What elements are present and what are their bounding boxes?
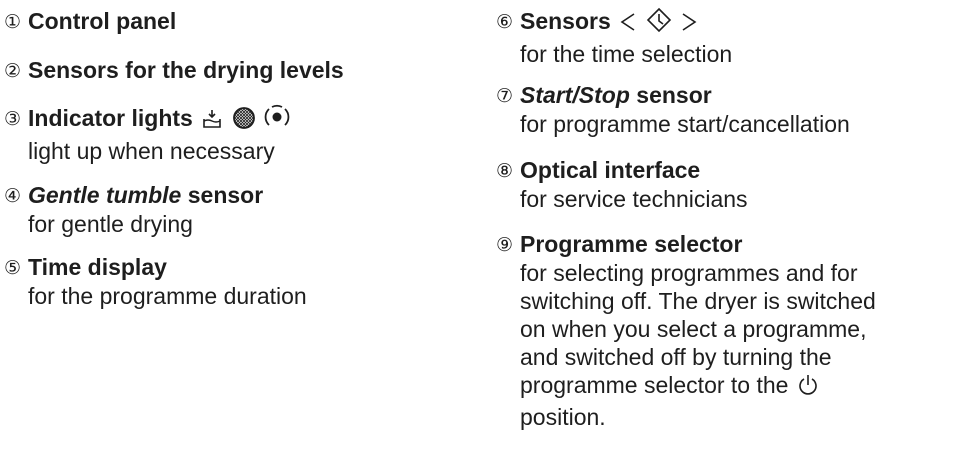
item-number: ① <box>4 12 22 33</box>
item-number: ⑨ <box>496 235 514 256</box>
item-number: ⑤ <box>4 258 22 279</box>
list-item-3: ③ Indicator lights light up when necessa… <box>4 103 290 165</box>
item-title: Time display <box>28 254 167 280</box>
time-diamond-icon <box>646 7 672 40</box>
item-title: Indicator lights <box>28 105 193 131</box>
list-item-6: ⑥ Sensors for the time selection <box>496 6 732 68</box>
list-item-5: ⑤ Time display for the programme duratio… <box>4 252 307 310</box>
item-description: light up when necessary <box>28 138 275 164</box>
item-title-italic: Start/Stop <box>520 82 630 108</box>
item-description-line: position. <box>520 404 606 430</box>
item-title: Control panel <box>28 8 177 34</box>
item-number: ⑧ <box>496 161 514 182</box>
item-description-text: programme selector to the <box>520 372 789 398</box>
item-title: Programme selector <box>520 231 743 257</box>
item-title-row: Start/Stop sensor <box>520 80 850 110</box>
item-description-line: and switched off by turning the <box>520 344 832 370</box>
item-description-line: on when you select a programme, <box>520 316 867 342</box>
item-title-row: Sensors <box>520 6 732 40</box>
item-title: Optical interface <box>520 157 701 183</box>
item-description: for programme start/cancellation <box>520 111 850 137</box>
item-description: for the time selection <box>520 41 733 67</box>
item-title: Sensors for the drying levels <box>28 57 344 83</box>
filter-icon <box>232 106 256 137</box>
item-title: Sensors <box>520 8 611 34</box>
list-item-8: ⑧ Optical interface for service technici… <box>496 155 748 213</box>
item-description-line-with-icon: programme selector to the <box>520 371 876 403</box>
item-description-line: for selecting programmes and for <box>520 260 858 286</box>
power-icon <box>797 373 819 403</box>
list-item-7: ⑦ Start/Stop sensor for programme start/… <box>496 80 850 138</box>
item-number: ⑥ <box>496 12 514 33</box>
item-description-line: switching off. The dryer is switched <box>520 288 876 314</box>
item-number: ② <box>4 61 22 82</box>
item-number: ⑦ <box>496 86 514 107</box>
less-than-icon <box>619 10 637 40</box>
list-item-2: ② Sensors for the drying levels <box>4 55 344 86</box>
item-description: for gentle drying <box>28 211 193 237</box>
condenser-icon <box>201 107 223 137</box>
item-title-rest: sensor <box>629 82 712 108</box>
item-title-italic: Gentle tumble <box>28 182 182 208</box>
item-title-row: Gentle tumble sensor <box>28 180 263 210</box>
list-item-4: ④ Gentle tumble sensor for gentle drying <box>4 180 263 238</box>
list-item-9: ⑨ Programme selector for selecting progr… <box>496 229 876 431</box>
item-number: ③ <box>4 109 22 130</box>
item-title-row: Indicator lights <box>28 103 290 137</box>
item-number: ④ <box>4 186 22 207</box>
list-item-1: ① Control panel <box>4 6 176 37</box>
item-description: for service technicians <box>520 186 748 212</box>
item-description: for the programme duration <box>28 283 307 309</box>
item-title-rest: sensor <box>181 182 264 208</box>
greater-than-icon <box>680 10 698 40</box>
container-icon <box>264 104 290 137</box>
